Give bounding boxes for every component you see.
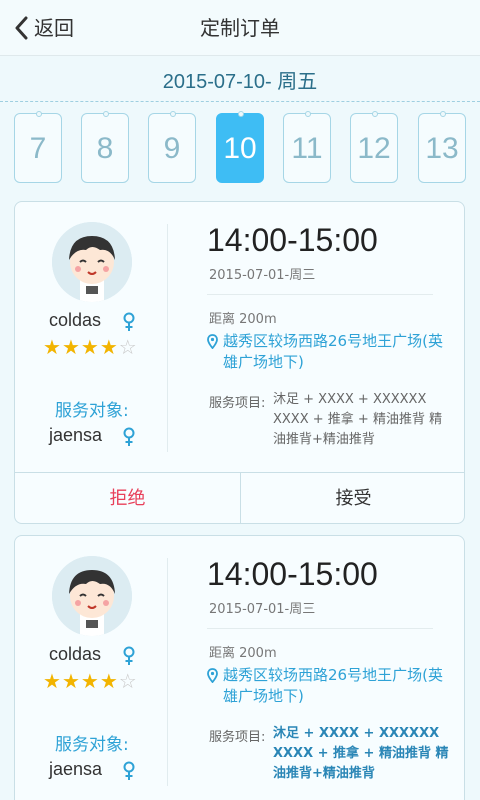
peg-icon — [372, 111, 378, 117]
avatar — [52, 556, 132, 636]
provider-name: coldas — [49, 310, 102, 330]
details-divider — [207, 294, 433, 295]
service-target-label: 服务对象: — [55, 401, 129, 421]
female-icon — [123, 646, 135, 665]
header-bar: 返回 定制订单 — [0, 0, 480, 56]
star-icon: ★ — [43, 335, 62, 359]
star-icon: ★ — [61, 669, 81, 693]
day-tab-11[interactable]: 11 — [283, 111, 331, 183]
peg-icon — [170, 111, 176, 117]
day-tab-10[interactable]: 10 — [216, 111, 264, 183]
star-icon: ★ — [80, 335, 100, 359]
star-outline-icon: ☆ — [118, 335, 138, 359]
provider-info: coldas ★★★★☆ 服务对象: jaensa — [15, 202, 167, 472]
page-title: 定制订单 — [200, 16, 280, 40]
order-date: 2015-07-01-周三 — [209, 268, 316, 283]
service-target-name: jaensa — [49, 425, 103, 445]
day-tab-12[interactable]: 12 — [350, 111, 398, 183]
location-pin-icon — [207, 668, 218, 683]
peg-icon — [238, 111, 244, 117]
order-actions: 拒绝 接受 — [15, 472, 464, 523]
service-target-name: jaensa — [49, 759, 103, 779]
column-divider — [167, 558, 168, 786]
provider-name: coldas — [49, 644, 102, 664]
star-icon: ★ — [61, 335, 81, 359]
accept-button[interactable]: 接受 — [241, 473, 464, 523]
details-divider — [207, 628, 433, 629]
avatar-icon — [52, 556, 132, 636]
services-label: 服务项目: — [209, 730, 266, 745]
order-distance: 距离 200m — [209, 312, 277, 327]
day-number: 11 — [291, 132, 323, 165]
day-picker: 7 8 9 10 11 12 13 — [14, 101, 466, 185]
avatar-icon — [52, 222, 132, 302]
rating-stars: ★★★★☆ — [43, 670, 138, 692]
female-icon — [123, 761, 135, 780]
day-number: 7 — [29, 132, 47, 165]
female-icon — [123, 312, 135, 331]
female-icon — [123, 427, 135, 446]
star-icon: ★ — [80, 669, 100, 693]
star-icon: ★ — [99, 669, 119, 693]
selected-date-label: 2015-07-10- 周五 — [162, 71, 318, 93]
services-list: 沐足 + XXXX + XXXXXX XXXX + 推拿 + 精油推背 精油推背… — [273, 726, 449, 781]
day-number: 10 — [223, 132, 257, 165]
star-icon: ★ — [99, 335, 119, 359]
day-number: 12 — [357, 132, 391, 165]
provider-info: coldas ★★★★☆ 服务对象: jaensa — [15, 536, 167, 800]
day-tab-9[interactable]: 9 — [148, 111, 196, 183]
order-time: 14:00-15:00 — [207, 222, 378, 258]
order-distance: 距离 200m — [209, 646, 277, 661]
order-time: 14:00-15:00 — [207, 556, 378, 592]
service-target-label: 服务对象: — [55, 735, 129, 755]
services-list: 沐足 + XXXX + XXXXXX XXXX + 推拿 + 精油推背 精油推背… — [273, 392, 443, 447]
location-pin-icon — [207, 334, 218, 349]
order-address[interactable]: 越秀区较场西路26号地王广场(英雄广场地下) — [223, 331, 453, 373]
star-icon: ★ — [43, 669, 62, 693]
order-address[interactable]: 越秀区较场西路26号地王广场(英雄广场地下) — [223, 665, 453, 707]
peg-icon — [305, 111, 311, 117]
day-tab-13[interactable]: 13 — [418, 111, 466, 183]
day-number: 8 — [96, 132, 114, 165]
order-card: coldas ★★★★☆ 服务对象: jaensa 14:00-15:00 20… — [14, 201, 465, 524]
rating-stars: ★★★★☆ — [43, 336, 138, 358]
reject-button[interactable]: 拒绝 — [15, 473, 241, 523]
peg-icon — [36, 111, 42, 117]
order-card: coldas ★★★★☆ 服务对象: jaensa 14:00-15:00 20… — [14, 535, 465, 800]
day-tab-8[interactable]: 8 — [81, 111, 129, 183]
avatar — [52, 222, 132, 302]
order-date: 2015-07-01-周三 — [209, 602, 316, 617]
day-tab-7[interactable]: 7 — [14, 111, 62, 183]
peg-icon — [103, 111, 109, 117]
peg-icon — [440, 111, 446, 117]
day-number: 13 — [425, 132, 459, 165]
day-number: 9 — [163, 132, 181, 165]
services-label: 服务项目: — [209, 396, 266, 411]
column-divider — [167, 224, 168, 452]
star-outline-icon: ☆ — [118, 669, 138, 693]
